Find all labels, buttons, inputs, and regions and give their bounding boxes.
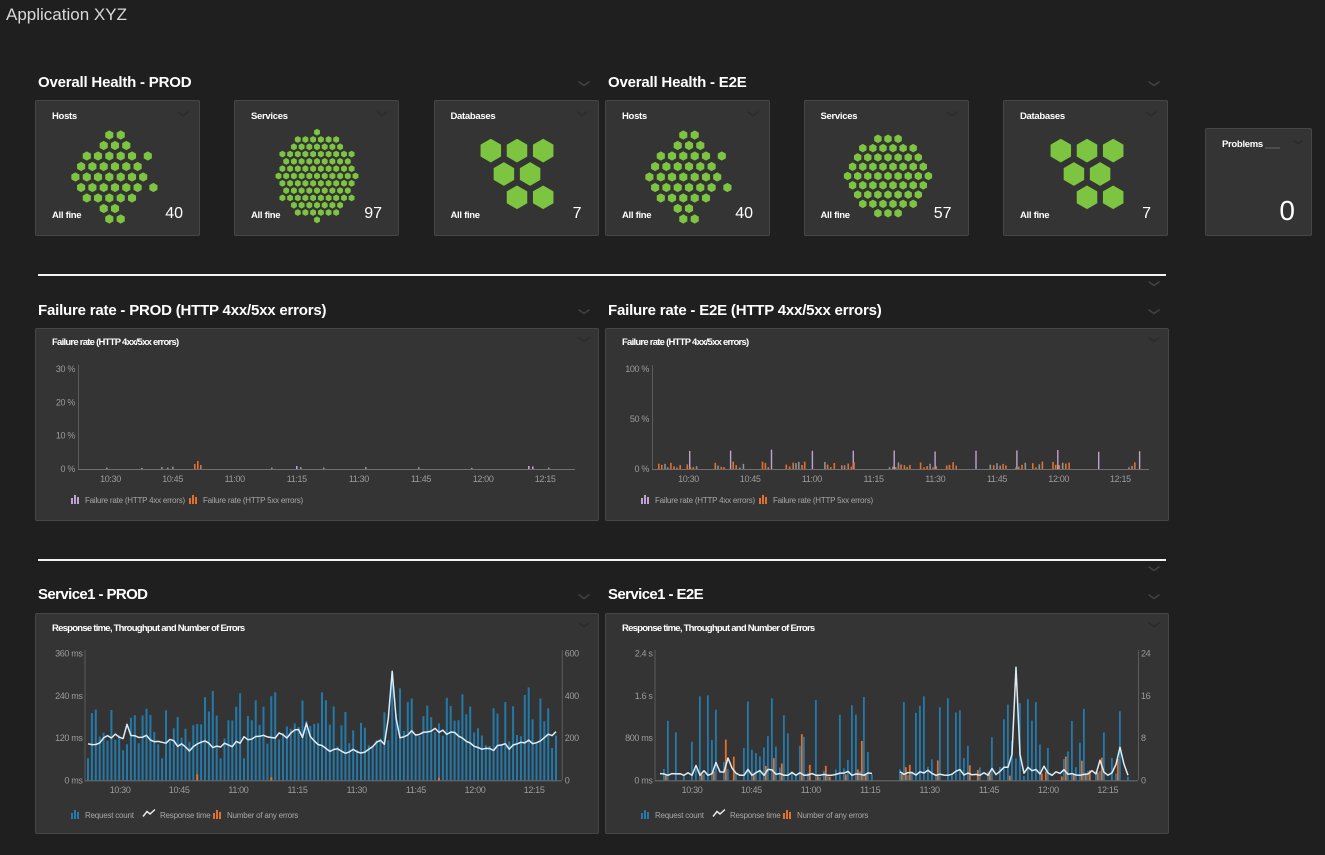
svg-text:2.4 s: 2.4 s bbox=[635, 649, 654, 659]
svg-text:1.6 s: 1.6 s bbox=[635, 691, 654, 701]
svg-text:12:15: 12:15 bbox=[524, 785, 545, 795]
svg-text:800 ms: 800 ms bbox=[625, 733, 653, 743]
svg-text:0 %: 0 % bbox=[61, 464, 76, 474]
svg-text:20 %: 20 % bbox=[56, 397, 75, 407]
svg-text:Response time: Response time bbox=[730, 811, 781, 820]
svg-text:11:00: 11:00 bbox=[225, 474, 245, 484]
svg-text:600: 600 bbox=[565, 649, 579, 659]
svg-text:12:00: 12:00 bbox=[473, 474, 494, 484]
svg-text:11:30: 11:30 bbox=[920, 785, 940, 795]
svg-text:11:00: 11:00 bbox=[228, 785, 248, 795]
svg-text:Request count: Request count bbox=[85, 811, 135, 820]
svg-text:24: 24 bbox=[1141, 649, 1151, 659]
svg-text:11:30: 11:30 bbox=[347, 785, 367, 795]
svg-text:10:30: 10:30 bbox=[678, 474, 699, 484]
svg-text:Response time: Response time bbox=[160, 811, 211, 820]
svg-text:0: 0 bbox=[565, 775, 570, 785]
svg-text:10:30: 10:30 bbox=[682, 785, 703, 795]
svg-text:Number of any errors: Number of any errors bbox=[227, 811, 298, 820]
svg-text:240 ms: 240 ms bbox=[55, 691, 83, 701]
svg-text:11:15: 11:15 bbox=[287, 474, 307, 484]
svg-text:Failure rate (HTTP 5xx errors): Failure rate (HTTP 5xx errors) bbox=[203, 496, 303, 505]
svg-text:11:30: 11:30 bbox=[925, 474, 945, 484]
svg-text:Request count: Request count bbox=[655, 811, 705, 820]
svg-text:30 %: 30 % bbox=[56, 364, 75, 374]
svg-text:10:45: 10:45 bbox=[162, 474, 183, 484]
svg-text:100 %: 100 % bbox=[625, 364, 649, 374]
svg-text:11:45: 11:45 bbox=[406, 785, 426, 795]
svg-text:16: 16 bbox=[1141, 691, 1151, 701]
svg-text:12:00: 12:00 bbox=[465, 785, 486, 795]
svg-text:12:15: 12:15 bbox=[1097, 785, 1118, 795]
svg-text:Failure rate (HTTP 5xx errors): Failure rate (HTTP 5xx errors) bbox=[773, 496, 873, 505]
svg-text:12:15: 12:15 bbox=[535, 474, 556, 484]
svg-text:11:00: 11:00 bbox=[801, 785, 821, 795]
svg-text:11:45: 11:45 bbox=[411, 474, 431, 484]
svg-text:50 %: 50 % bbox=[630, 414, 649, 424]
svg-text:11:15: 11:15 bbox=[860, 785, 880, 795]
svg-text:0 %: 0 % bbox=[635, 464, 650, 474]
svg-text:10:30: 10:30 bbox=[110, 785, 131, 795]
svg-text:400: 400 bbox=[565, 691, 579, 701]
svg-text:Number of any errors: Number of any errors bbox=[797, 811, 868, 820]
svg-text:Failure rate (HTTP 4xx errors): Failure rate (HTTP 4xx errors) bbox=[655, 496, 755, 505]
svg-text:11:15: 11:15 bbox=[287, 785, 307, 795]
svg-text:0 ms: 0 ms bbox=[64, 775, 83, 785]
svg-text:0 ms: 0 ms bbox=[634, 775, 653, 785]
svg-text:120 ms: 120 ms bbox=[55, 733, 83, 743]
svg-text:200: 200 bbox=[565, 733, 579, 743]
svg-text:12:00: 12:00 bbox=[1038, 785, 1059, 795]
svg-text:10:30: 10:30 bbox=[100, 474, 121, 484]
svg-text:10 %: 10 % bbox=[56, 431, 75, 441]
svg-text:11:45: 11:45 bbox=[979, 785, 999, 795]
svg-text:Failure rate (HTTP 4xx errors): Failure rate (HTTP 4xx errors) bbox=[85, 496, 185, 505]
svg-text:10:45: 10:45 bbox=[169, 785, 190, 795]
svg-text:0: 0 bbox=[1141, 775, 1146, 785]
svg-text:11:15: 11:15 bbox=[864, 474, 884, 484]
svg-text:10:45: 10:45 bbox=[741, 785, 762, 795]
svg-text:12:15: 12:15 bbox=[1110, 474, 1131, 484]
svg-text:11:00: 11:00 bbox=[802, 474, 822, 484]
svg-text:11:30: 11:30 bbox=[349, 474, 369, 484]
svg-text:8: 8 bbox=[1141, 733, 1146, 743]
svg-text:360 ms: 360 ms bbox=[55, 649, 83, 659]
svg-text:11:45: 11:45 bbox=[987, 474, 1007, 484]
svg-text:10:45: 10:45 bbox=[740, 474, 761, 484]
svg-text:12:00: 12:00 bbox=[1048, 474, 1069, 484]
